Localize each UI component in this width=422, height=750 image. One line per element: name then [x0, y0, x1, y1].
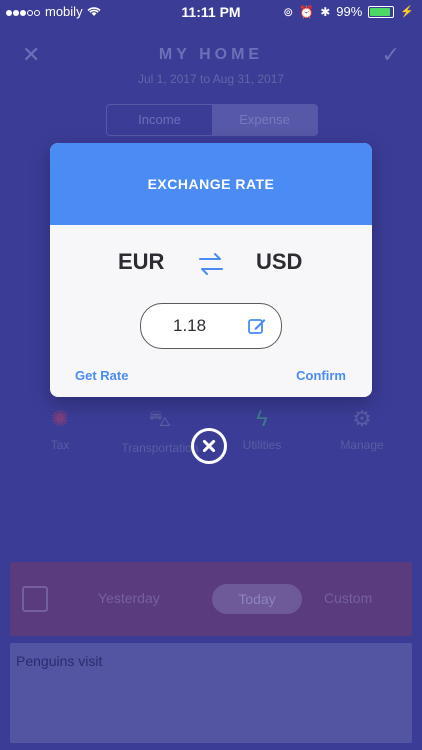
alarm-icon: ⏰	[299, 4, 315, 19]
dismiss-dialog-icon[interactable]	[191, 428, 227, 464]
status-right: ⊚ ⏰ ✱ 99% ⚡	[283, 4, 414, 19]
date-selector: Yesterday Today Custom	[10, 562, 412, 636]
category-label: Transportation	[121, 441, 199, 455]
rate-input[interactable]: 1.18	[140, 303, 282, 349]
to-currency[interactable]: USD	[256, 249, 302, 275]
edit-icon[interactable]	[247, 316, 267, 336]
category-tax[interactable]: ✺ Tax	[20, 406, 100, 452]
category-label: Utilities	[242, 438, 282, 452]
car-icon: ⛍	[148, 406, 172, 431]
category-label: Tax	[50, 438, 70, 452]
charging-icon: ⚡	[400, 6, 414, 18]
bluetooth-icon: ✱	[320, 4, 331, 19]
header: ✕ MY HOME Jul 1, 2017 to Aug 31, 2017 ✓	[0, 40, 422, 90]
swap-icon[interactable]	[196, 249, 226, 279]
date-option-custom[interactable]: Custom	[324, 590, 372, 606]
gear-icon: ⚙	[352, 406, 372, 431]
checkmark-icon[interactable]: ✓	[382, 42, 400, 68]
rate-value: 1.18	[173, 316, 207, 335]
battery-icon	[368, 5, 395, 18]
from-currency[interactable]: EUR	[118, 249, 164, 275]
lock-rotation-icon: ⊚	[283, 4, 294, 19]
exchange-rate-dialog: EXCHANGE RATE EUR USD 1.18 Get Rate Conf…	[50, 143, 372, 397]
date-option-yesterday[interactable]: Yesterday	[98, 590, 160, 606]
status-bar: mobily 11:11 PM ⊚ ⏰ ✱ 99% ⚡	[0, 0, 422, 24]
lightning-icon: ϟ	[256, 406, 268, 431]
page-title: MY HOME	[158, 46, 264, 63]
tab-income[interactable]: Income	[107, 105, 212, 135]
battery-percent: 99%	[336, 4, 363, 19]
category-utilities[interactable]: ϟ Utilities	[222, 406, 302, 452]
note-text: Penguins visit	[16, 653, 103, 669]
date-range: Jul 1, 2017 to Aug 31, 2017	[137, 72, 285, 86]
income-expense-toggle: Income Expense	[106, 104, 318, 136]
note-field[interactable]: Penguins visit	[10, 643, 412, 743]
category-transportation[interactable]: ⛍ Transportation	[120, 406, 200, 455]
currency-pair: EUR USD	[50, 249, 372, 289]
dialog-title: EXCHANGE RATE	[50, 143, 372, 225]
calendar-icon[interactable]	[22, 586, 48, 612]
tab-expense[interactable]: Expense	[212, 105, 317, 135]
confirm-button[interactable]: Confirm	[296, 368, 346, 383]
get-rate-button[interactable]: Get Rate	[75, 368, 128, 383]
tax-icon: ✺	[50, 406, 70, 431]
date-option-today[interactable]: Today	[212, 584, 302, 614]
category-label: Manage	[340, 438, 384, 452]
category-manage[interactable]: ⚙ Manage	[322, 406, 402, 452]
